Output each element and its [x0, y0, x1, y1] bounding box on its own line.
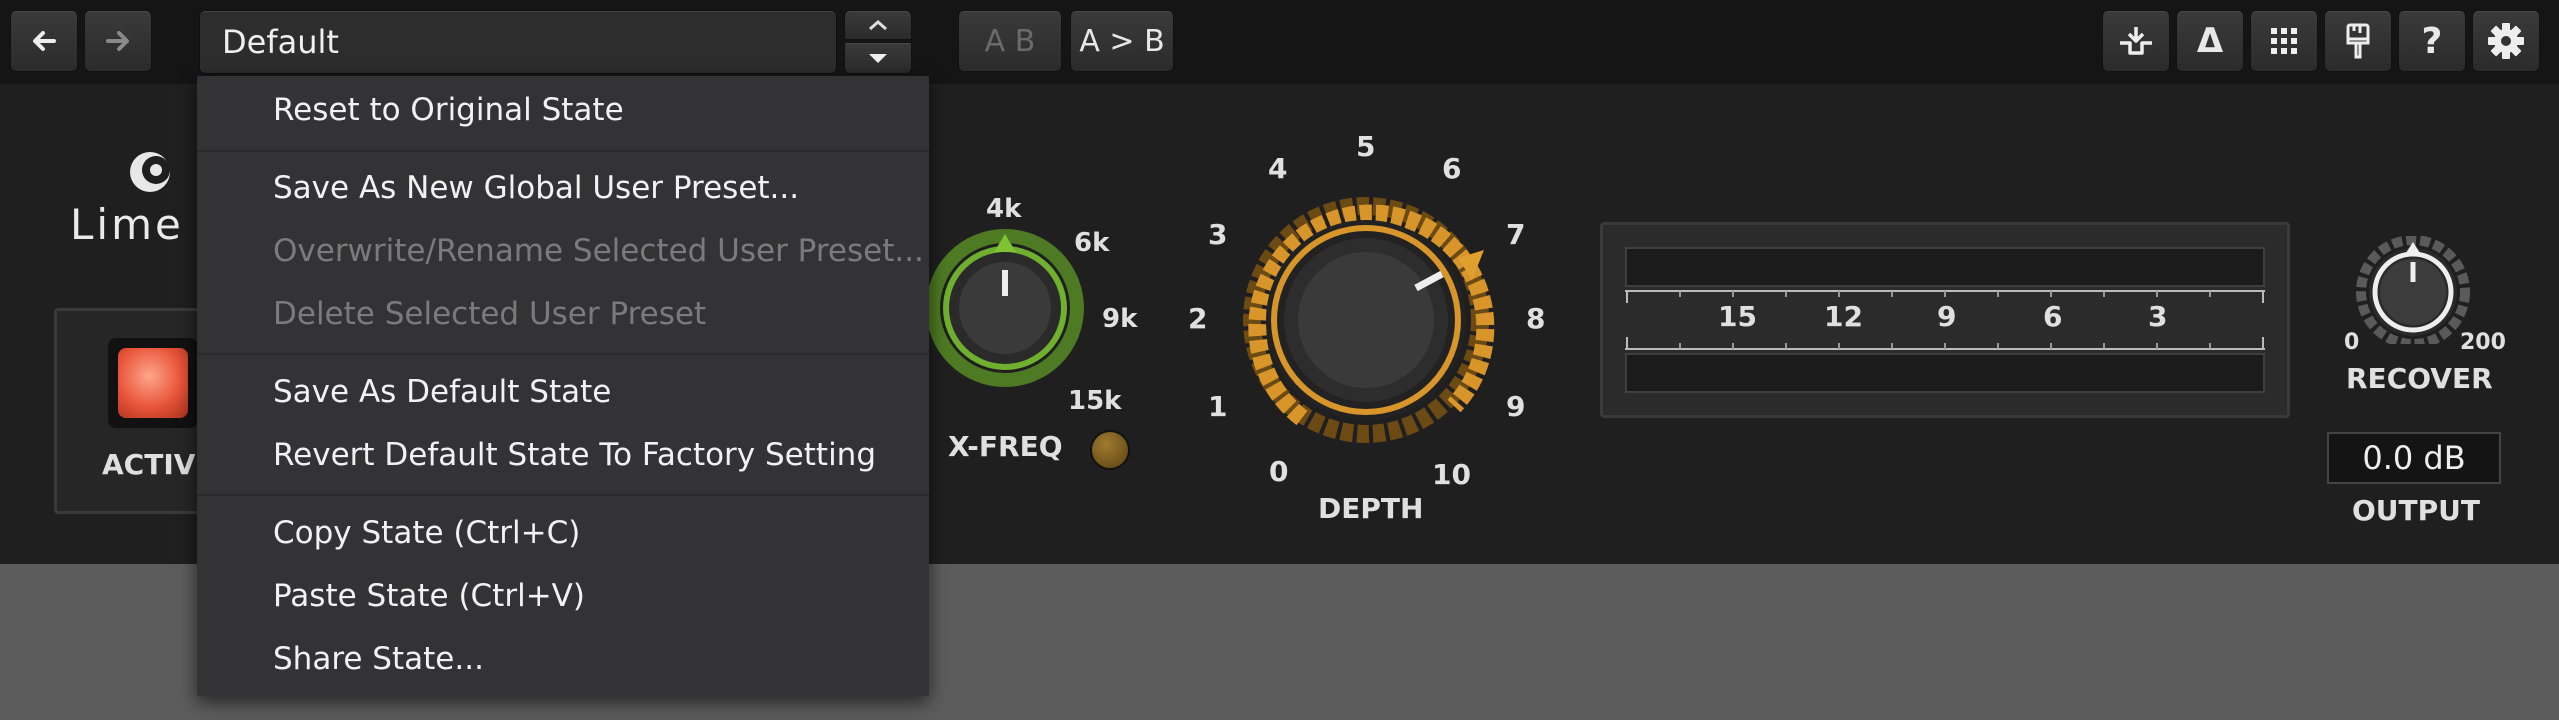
preset-menu-button[interactable]	[844, 42, 912, 74]
xfreq-tick-4k: 4k	[986, 194, 1022, 224]
output-value: 0.0 dB	[2362, 439, 2466, 477]
gear-icon	[2488, 23, 2524, 59]
grid-button[interactable]	[2250, 10, 2318, 72]
depth-tick-10: 10	[1432, 458, 1471, 491]
active-led	[118, 348, 188, 418]
output-value-field[interactable]: 0.0 dB	[2327, 432, 2501, 484]
depth-tick-3: 3	[1208, 218, 1228, 251]
menu-item-copy-state[interactable]: Copy State (Ctrl+C)	[273, 515, 580, 551]
menu-separator	[197, 494, 929, 496]
recover-knob[interactable]	[2350, 236, 2476, 344]
chevron-up-icon	[869, 20, 887, 31]
meter-tick-9: 9	[1937, 300, 1957, 333]
ab-toggle-button[interactable]: A B	[958, 10, 1062, 72]
depth-tick-2: 2	[1188, 302, 1208, 335]
delta-button[interactable]: Δ	[2176, 10, 2244, 72]
depth-tick-4: 4	[1268, 152, 1288, 185]
grid-icon	[2271, 28, 2297, 54]
menu-separator	[197, 353, 929, 355]
meter-bar-top	[1625, 247, 2265, 287]
xfreq-tick-9k: 9k	[1102, 304, 1138, 334]
arrow-left-icon	[33, 31, 56, 51]
top-toolbar: Default A B A > B Δ ?	[0, 0, 2559, 84]
menu-item-revert-default[interactable]: Revert Default State To Factory Setting	[273, 437, 876, 473]
meter-bar-bottom	[1625, 353, 2265, 393]
recover-label: RECOVER	[2346, 362, 2493, 395]
ab-copy-button[interactable]: A > B	[1070, 10, 1174, 72]
preset-up-button[interactable]	[844, 10, 912, 40]
meter-tick-12: 12	[1824, 300, 1863, 333]
preset-context-menu: Reset to Original State Save As New Glob…	[197, 76, 929, 696]
brand-name: Lime	[70, 200, 184, 249]
menu-item-save-default[interactable]: Save As Default State	[273, 374, 611, 410]
settings-button[interactable]	[2472, 10, 2540, 72]
xfreq-knob[interactable]	[920, 220, 1100, 400]
depth-tick-7: 7	[1506, 218, 1526, 251]
output-label: OUTPUT	[2352, 494, 2480, 527]
preset-name: Default	[222, 23, 339, 61]
back-button[interactable]	[10, 10, 78, 72]
depth-tick-0: 0	[1269, 455, 1289, 488]
help-button[interactable]: ?	[2398, 10, 2466, 72]
forward-button[interactable]	[84, 10, 152, 72]
menu-item-share-state[interactable]: Share State...	[273, 641, 484, 677]
depth-tick-9: 9	[1506, 390, 1526, 423]
ab-label: A B	[984, 23, 1036, 59]
xfreq-tick-6k: 6k	[1074, 228, 1110, 258]
meter-tick-15: 15	[1718, 300, 1757, 333]
menu-item-save-global-preset[interactable]: Save As New Global User Preset...	[273, 170, 799, 206]
recover-min: 0	[2344, 330, 2360, 355]
meter-tick-6: 6	[2043, 300, 2063, 333]
depth-tick-6: 6	[1442, 152, 1462, 185]
recover-max: 200	[2460, 330, 2506, 355]
menu-item-paste-state[interactable]: Paste State (Ctrl+V)	[273, 578, 585, 614]
preset-selector[interactable]: Default	[199, 10, 837, 74]
brand-logo-icon	[130, 152, 170, 192]
menu-item-delete-preset: Delete Selected User Preset	[273, 296, 707, 332]
skin-button[interactable]	[2324, 10, 2392, 72]
arrow-right-icon	[106, 31, 129, 51]
xfreq-label: X-FREQ	[948, 430, 1063, 463]
delta-icon: Δ	[2196, 21, 2224, 61]
depth-tick-1: 1	[1208, 390, 1228, 423]
routing-icon	[2120, 27, 2152, 55]
routing-button[interactable]	[2102, 10, 2170, 72]
active-button[interactable]	[108, 338, 198, 428]
depth-knob[interactable]	[1232, 160, 1502, 460]
paintbrush-icon	[2346, 23, 2370, 59]
menu-separator	[197, 150, 929, 152]
xfreq-led[interactable]	[1090, 430, 1130, 470]
help-icon: ?	[2421, 20, 2443, 62]
ab-copy-label: A > B	[1079, 23, 1165, 59]
depth-label: DEPTH	[1318, 492, 1424, 525]
depth-tick-5: 5	[1356, 130, 1376, 163]
meter-tick-3: 3	[2148, 300, 2168, 333]
chevron-down-icon	[869, 54, 887, 63]
depth-tick-8: 8	[1526, 302, 1546, 335]
xfreq-tick-15k: 15k	[1068, 386, 1122, 416]
menu-item-reset-original[interactable]: Reset to Original State	[273, 92, 624, 128]
menu-item-overwrite-preset: Overwrite/Rename Selected User Preset...	[273, 233, 924, 269]
